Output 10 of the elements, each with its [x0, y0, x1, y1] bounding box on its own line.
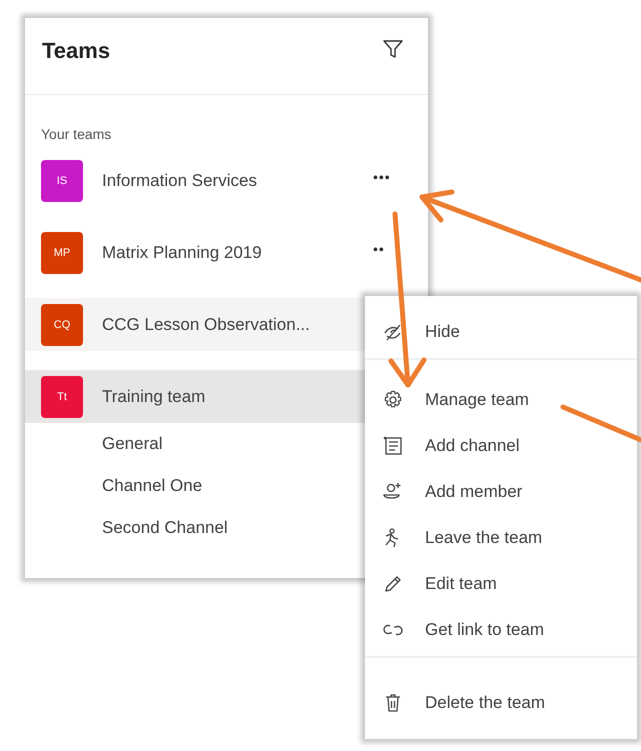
- team-name: Information Services: [102, 170, 257, 190]
- team-name: Matrix Planning 2019: [102, 242, 262, 262]
- team-name: CCG Lesson Observation...: [102, 314, 310, 334]
- team-avatar: CQ: [41, 304, 83, 346]
- team-avatar: Tt: [41, 376, 83, 418]
- team-avatar: MP: [41, 232, 83, 274]
- section-label: Your teams: [41, 126, 112, 142]
- team-name: Training team: [102, 386, 206, 406]
- team-avatar: IS: [41, 160, 83, 202]
- panel-title: Teams: [42, 38, 110, 64]
